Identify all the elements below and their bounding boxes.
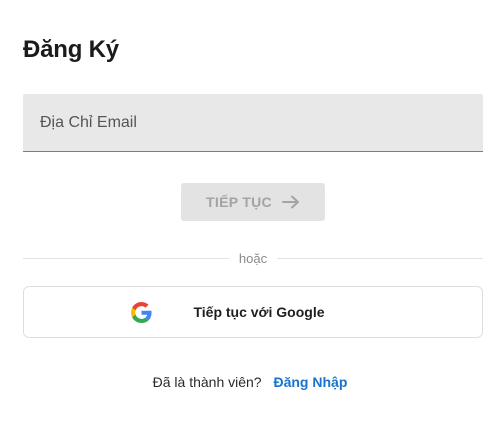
divider-line-left xyxy=(23,257,229,259)
signin-link[interactable]: Đăng Nhập xyxy=(273,374,347,390)
arrow-right-icon xyxy=(281,195,300,209)
divider-line-right xyxy=(277,257,484,259)
signin-prompt: Đã là thành viên? xyxy=(152,374,262,390)
continue-button[interactable]: TIẾP TỤC xyxy=(181,183,325,221)
page-title: Đăng Ký xyxy=(23,36,119,63)
google-button-label: Tiếp tục với Google xyxy=(193,304,325,320)
email-field-container xyxy=(23,94,483,152)
signin-row: Đã là thành viên? Đăng Nhập xyxy=(0,374,500,390)
divider-label: hoặc xyxy=(238,250,268,266)
email-field[interactable] xyxy=(23,94,483,151)
or-divider: hoặc xyxy=(23,248,484,268)
continue-button-label: TIẾP TỤC xyxy=(206,194,272,210)
signup-panel: Đăng Ký TIẾP TỤC hoặc Tiếp tục với Googl… xyxy=(0,0,500,422)
google-signin-button[interactable]: Tiếp tục với Google xyxy=(23,286,483,338)
